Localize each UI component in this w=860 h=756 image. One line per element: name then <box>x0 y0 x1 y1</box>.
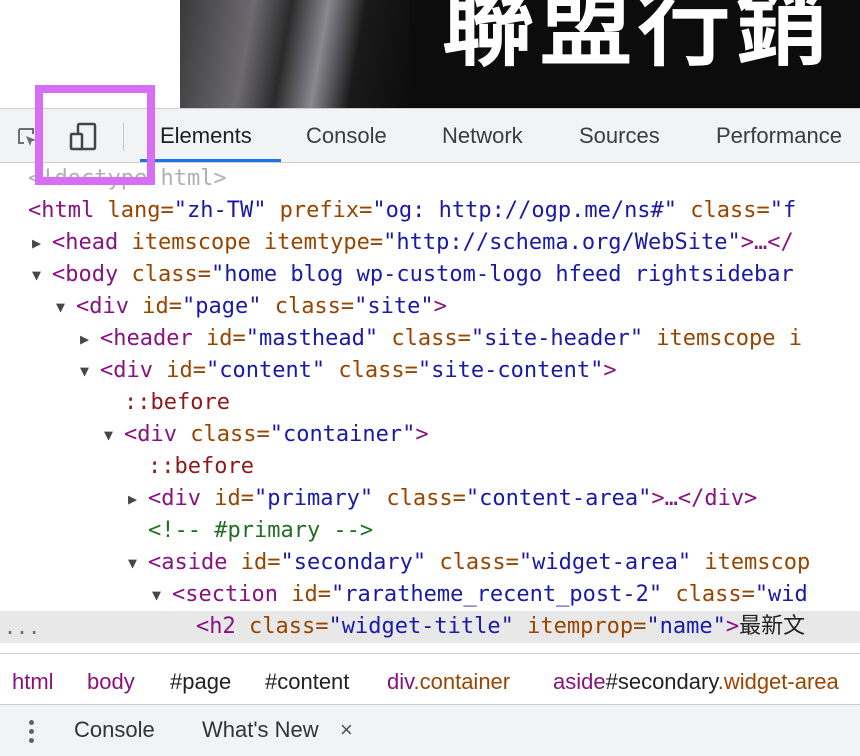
page-banner: 聯盟行銷 <box>180 0 860 108</box>
banner-photo <box>180 0 410 108</box>
dom-node-div-page[interactable]: ▼ <div id="page" class="site"> <box>56 291 860 323</box>
more-options-icon[interactable]: ... <box>4 611 40 643</box>
collapse-arrow[interactable]: ▼ <box>152 579 161 611</box>
breadcrumb-div-container[interactable]: div.container <box>387 654 510 710</box>
devtools-tabbar: Elements Console Network Sources Perform… <box>0 108 860 163</box>
dom-node-div-primary[interactable]: ▶ <div id="primary" class="content-area">… <box>128 483 860 515</box>
dom-node-aside[interactable]: ▼ <aside id="secondary" class="widget-are… <box>128 547 860 579</box>
dom-pseudo-before[interactable]: ::before <box>148 451 860 483</box>
drawer-tab-whats-new[interactable]: What's New <box>202 705 319 755</box>
breadcrumb-body[interactable]: body <box>87 654 135 710</box>
collapse-arrow[interactable]: ▼ <box>80 355 89 387</box>
dom-node-head[interactable]: ▶ <head itemscope itemtype="http://schema… <box>32 227 860 259</box>
banner-heading: 聯盟行銷 <box>442 0 835 79</box>
active-tab-indicator <box>140 159 281 162</box>
collapse-arrow[interactable]: ▼ <box>32 259 41 291</box>
breadcrumb-page[interactable]: #page <box>170 654 231 710</box>
dom-node-section[interactable]: ▼ <section id="raratheme_recent_post-2" c… <box>152 579 860 611</box>
tab-sources[interactable]: Sources <box>579 109 660 162</box>
page-viewport: 聯盟行銷 <box>0 0 860 108</box>
collapse-arrow[interactable]: ▼ <box>128 547 137 579</box>
device-toolbar-icon[interactable] <box>66 121 104 153</box>
dom-node-header[interactable]: ▶ <header id="masthead" class="site-heade… <box>80 323 860 355</box>
dom-node-div-container[interactable]: ▼ <div class="container"> <box>104 419 860 451</box>
dom-pseudo-before[interactable]: ::before <box>124 387 860 419</box>
dom-node-div-content[interactable]: ▼ <div id="content" class="site-content"> <box>80 355 860 387</box>
toolbar-separator <box>123 123 124 151</box>
expand-arrow[interactable]: ▶ <box>128 483 137 515</box>
dom-breadcrumb: html body #page #content div.container a… <box>0 653 860 711</box>
dom-node-h2-selected[interactable]: ... <h2 class="widget-title" itemprop="na… <box>0 611 860 643</box>
tab-performance[interactable]: Performance <box>716 109 842 162</box>
expand-arrow[interactable]: ▶ <box>32 227 41 259</box>
devtools-panel: Elements Console Network Sources Perform… <box>0 108 860 756</box>
dom-node-doctype[interactable]: <!doctype html> <box>28 163 860 195</box>
close-icon[interactable]: × <box>340 705 353 755</box>
breadcrumb-html[interactable]: html <box>12 654 54 710</box>
tab-elements[interactable]: Elements <box>160 109 252 162</box>
drawer-menu-icon[interactable] <box>24 717 38 747</box>
drawer-tab-console[interactable]: Console <box>74 705 155 755</box>
expand-arrow[interactable]: ▶ <box>80 323 89 355</box>
breadcrumb-content[interactable]: #content <box>265 654 349 710</box>
collapse-arrow[interactable]: ▼ <box>56 291 65 323</box>
dom-node-html[interactable]: <html lang="zh-TW" prefix="og: http://og… <box>28 195 860 227</box>
dom-comment[interactable]: <!-- #primary --> <box>148 515 860 547</box>
devtools-drawer: Console What's New × <box>0 704 860 756</box>
tab-network[interactable]: Network <box>442 109 523 162</box>
tab-console[interactable]: Console <box>306 109 387 162</box>
inspect-element-icon[interactable] <box>16 126 38 148</box>
collapse-arrow[interactable]: ▼ <box>104 419 113 451</box>
elements-dom-tree[interactable]: <!doctype html> <html lang="zh-TW" prefi… <box>0 163 860 645</box>
breadcrumb-aside-secondary[interactable]: aside#secondary.widget-area <box>553 654 839 710</box>
dom-node-body[interactable]: ▼ <body class="home blog wp-custom-logo h… <box>32 259 860 291</box>
